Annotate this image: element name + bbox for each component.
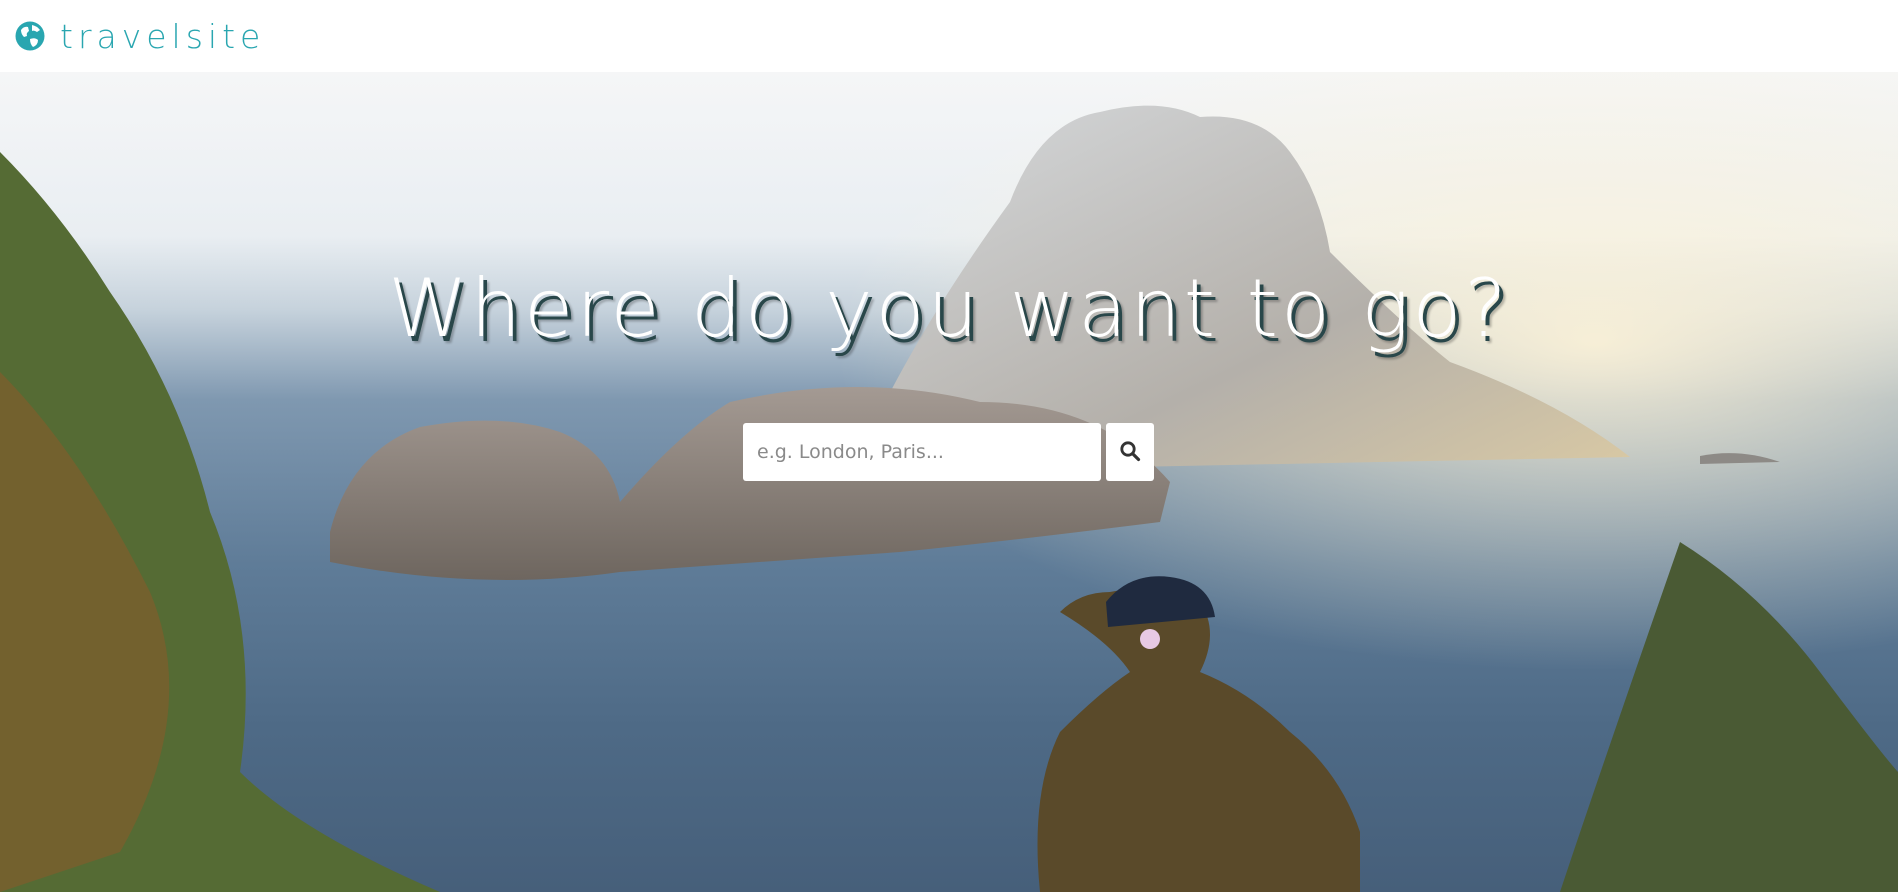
navbar: travelsite [0,0,1898,72]
hero-section: Where do you want to go? [0,72,1898,892]
globe-icon [14,20,46,52]
search-button[interactable] [1106,423,1154,481]
brand-link[interactable]: travelsite [14,20,265,53]
hero-title: Where do you want to go? [388,262,1510,355]
search-input[interactable] [743,423,1101,481]
brand-name: travelsite [60,16,266,56]
search-form [743,423,1154,481]
search-icon [1119,440,1141,465]
hero-background-image [0,72,1898,892]
